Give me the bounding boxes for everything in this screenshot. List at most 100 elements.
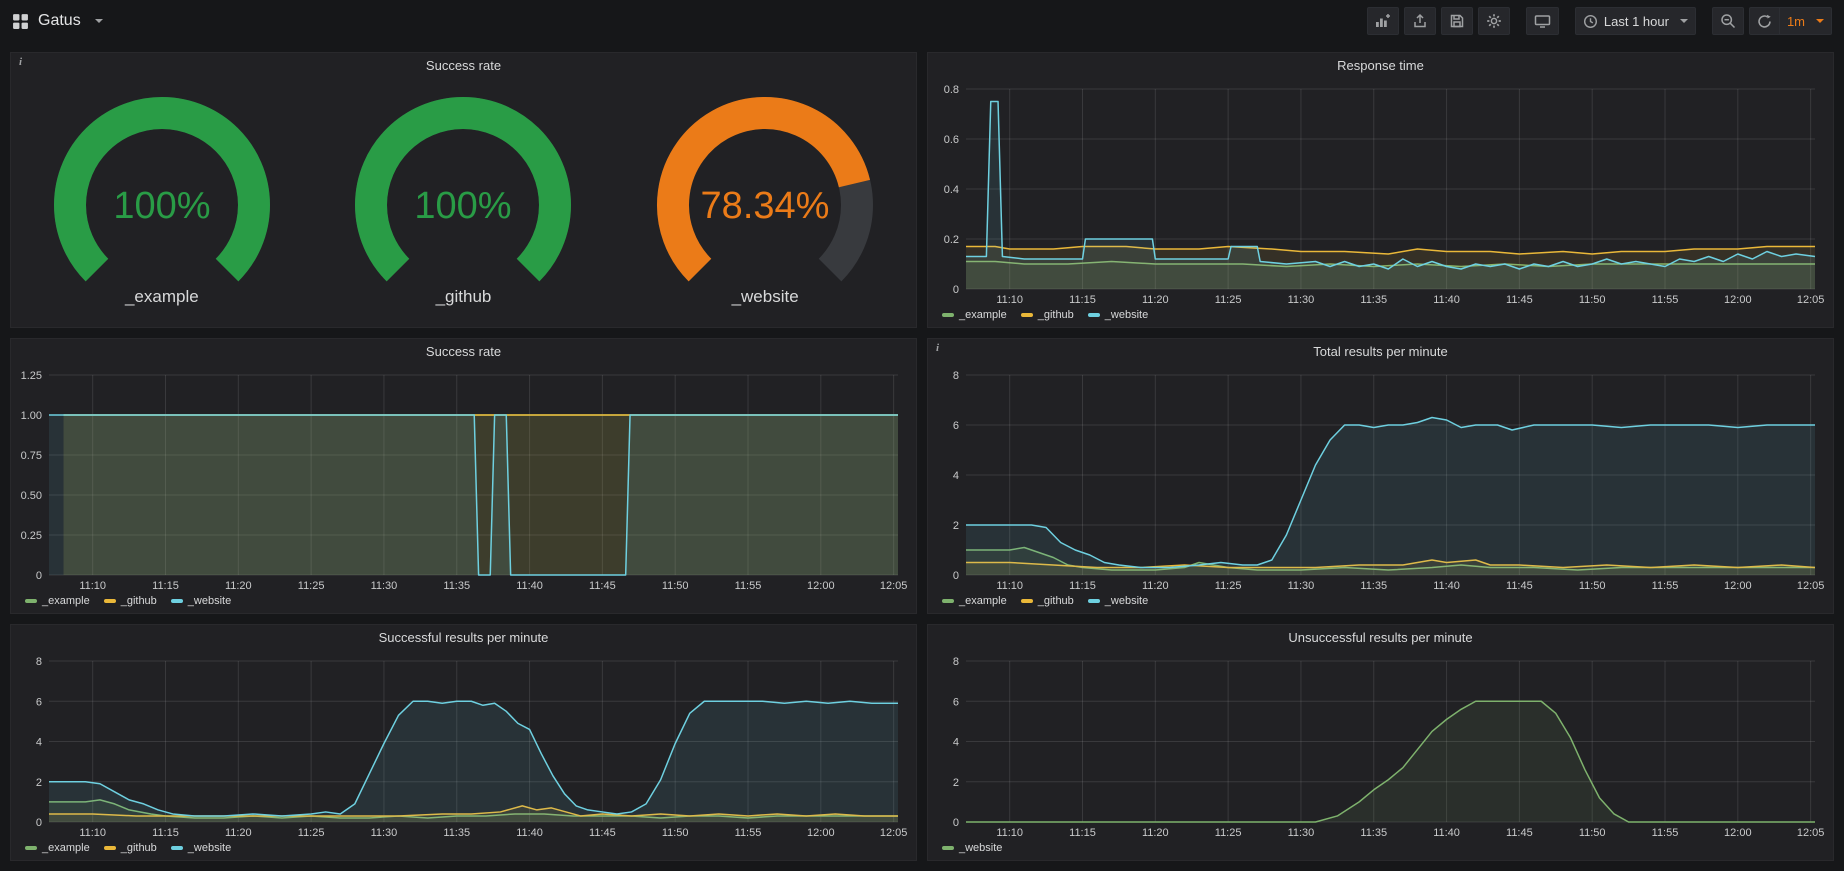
info-icon[interactable]: i [14,54,27,70]
legend-item-example[interactable]: _example [25,595,90,607]
legend-swatch [104,846,116,850]
legend-item-example[interactable]: _example [942,595,1007,607]
svg-text:12:00: 12:00 [1724,827,1752,839]
panel-response-time: Response time 11:1011:1511:2011:2511:301… [927,52,1834,328]
svg-text:0: 0 [953,284,959,296]
panel-title[interactable]: Total results per minute [928,339,1833,365]
chart-svg: 11:1011:1511:2011:2511:3011:3511:4011:45… [928,365,1833,593]
legend-label: _github [121,842,157,854]
legend-label: _website [188,842,231,854]
svg-text:12:05: 12:05 [1797,827,1825,839]
svg-text:11:45: 11:45 [589,827,616,839]
svg-text:12:05: 12:05 [1797,580,1825,592]
legend-swatch [171,846,183,850]
gauge-svg: 100% [22,93,302,291]
svg-text:11:10: 11:10 [996,580,1023,592]
save-icon [1449,13,1465,29]
successful-results-chart[interactable]: 11:1011:1511:2011:2511:3011:3511:4011:45… [11,651,916,840]
search-minus-icon [1720,13,1736,29]
caret-down-icon[interactable] [95,19,103,23]
svg-text:11:40: 11:40 [1433,827,1460,839]
add-panel-button[interactable] [1367,7,1399,35]
save-button[interactable] [1441,7,1473,35]
refresh-interval-label: 1m [1787,14,1805,29]
svg-text:0: 0 [953,570,959,582]
svg-text:11:40: 11:40 [516,580,543,592]
svg-text:2: 2 [953,520,959,532]
panel-title[interactable]: Unsuccessful results per minute [928,625,1833,651]
svg-text:11:50: 11:50 [662,580,689,592]
svg-text:6: 6 [953,696,959,708]
refresh-icon [1757,14,1772,29]
svg-text:0.2: 0.2 [944,234,959,246]
info-icon[interactable]: i [931,340,944,356]
svg-text:11:45: 11:45 [589,580,616,592]
svg-text:11:55: 11:55 [735,580,762,592]
panel-title[interactable]: Response time [928,53,1833,79]
legend-item-example[interactable]: _example [25,842,90,854]
unsuccessful-results-chart[interactable]: 11:1011:1511:2011:2511:3011:3511:4011:45… [928,651,1833,840]
legend-item-example[interactable]: _example [942,309,1007,321]
svg-text:11:25: 11:25 [298,580,325,592]
cycle-view-button[interactable] [1526,7,1559,35]
legend-item-github[interactable]: _github [1021,309,1074,321]
legend-item-github[interactable]: _github [104,595,157,607]
success-rate-chart[interactable]: 11:1011:1511:2011:2511:3011:3511:4011:45… [11,365,916,593]
svg-text:6: 6 [953,420,959,432]
svg-text:8: 8 [953,656,959,668]
gauge-label: _github [436,287,492,307]
panel-title[interactable]: Successful results per minute [11,625,916,651]
svg-text:11:20: 11:20 [225,827,252,839]
legend-swatch [1021,599,1033,603]
legend-item-github[interactable]: _github [1021,595,1074,607]
svg-text:12:00: 12:00 [1724,580,1752,592]
time-picker-button[interactable]: Last 1 hour [1575,7,1696,35]
legend-swatch [1021,313,1033,317]
svg-text:11:15: 11:15 [1069,827,1096,839]
svg-text:11:10: 11:10 [79,580,106,592]
settings-button[interactable] [1478,7,1510,35]
share-button[interactable] [1404,7,1436,35]
legend-item-website[interactable]: _website [171,595,231,607]
dashboard-title[interactable]: Gatus [38,12,81,30]
legend-item-website[interactable]: _website [942,842,1002,854]
legend-label: _website [959,842,1002,854]
gauge-label: _example [125,287,199,307]
legend-item-website[interactable]: _website [171,842,231,854]
svg-text:11:50: 11:50 [1579,294,1606,306]
apps-icon[interactable] [12,13,29,30]
tv-icon [1534,13,1551,29]
legend-label: _example [959,309,1007,321]
svg-text:0: 0 [953,817,959,829]
svg-text:11:20: 11:20 [1142,580,1169,592]
svg-text:11:45: 11:45 [1506,580,1533,592]
svg-text:11:50: 11:50 [1579,827,1606,839]
svg-text:11:35: 11:35 [1360,294,1387,306]
svg-text:0: 0 [36,570,42,582]
svg-text:11:25: 11:25 [1215,294,1242,306]
legend-item-website[interactable]: _website [1088,595,1148,607]
svg-text:11:30: 11:30 [1288,827,1315,839]
svg-text:11:20: 11:20 [1142,827,1169,839]
svg-text:0.25: 0.25 [21,530,42,542]
panel-title[interactable]: Success rate [11,53,916,79]
chart-legend: _example _github _website [928,307,1833,327]
svg-text:11:35: 11:35 [443,580,470,592]
response-time-chart[interactable]: 11:1011:1511:2011:2511:3011:3511:4011:45… [928,79,1833,307]
refresh-button[interactable] [1749,7,1779,35]
svg-text:11:40: 11:40 [1433,580,1460,592]
refresh-interval-button[interactable]: 1m [1779,7,1832,35]
legend-item-github[interactable]: _github [104,842,157,854]
svg-text:12:00: 12:00 [807,827,835,839]
legend-item-website[interactable]: _website [1088,309,1148,321]
svg-text:6: 6 [36,696,42,708]
total-results-chart[interactable]: 11:1011:1511:2011:2511:3011:3511:4011:45… [928,365,1833,593]
svg-text:11:30: 11:30 [371,827,398,839]
chart-svg: 11:1011:1511:2011:2511:3011:3511:4011:45… [11,365,916,593]
svg-text:1.00: 1.00 [21,410,42,422]
panel-title[interactable]: Success rate [11,339,916,365]
svg-text:11:55: 11:55 [1652,827,1679,839]
legend-label: _example [42,842,90,854]
zoom-out-button[interactable] [1712,7,1744,35]
panel-success-rate-graph: Success rate 11:1011:1511:2011:2511:3011… [10,338,917,614]
